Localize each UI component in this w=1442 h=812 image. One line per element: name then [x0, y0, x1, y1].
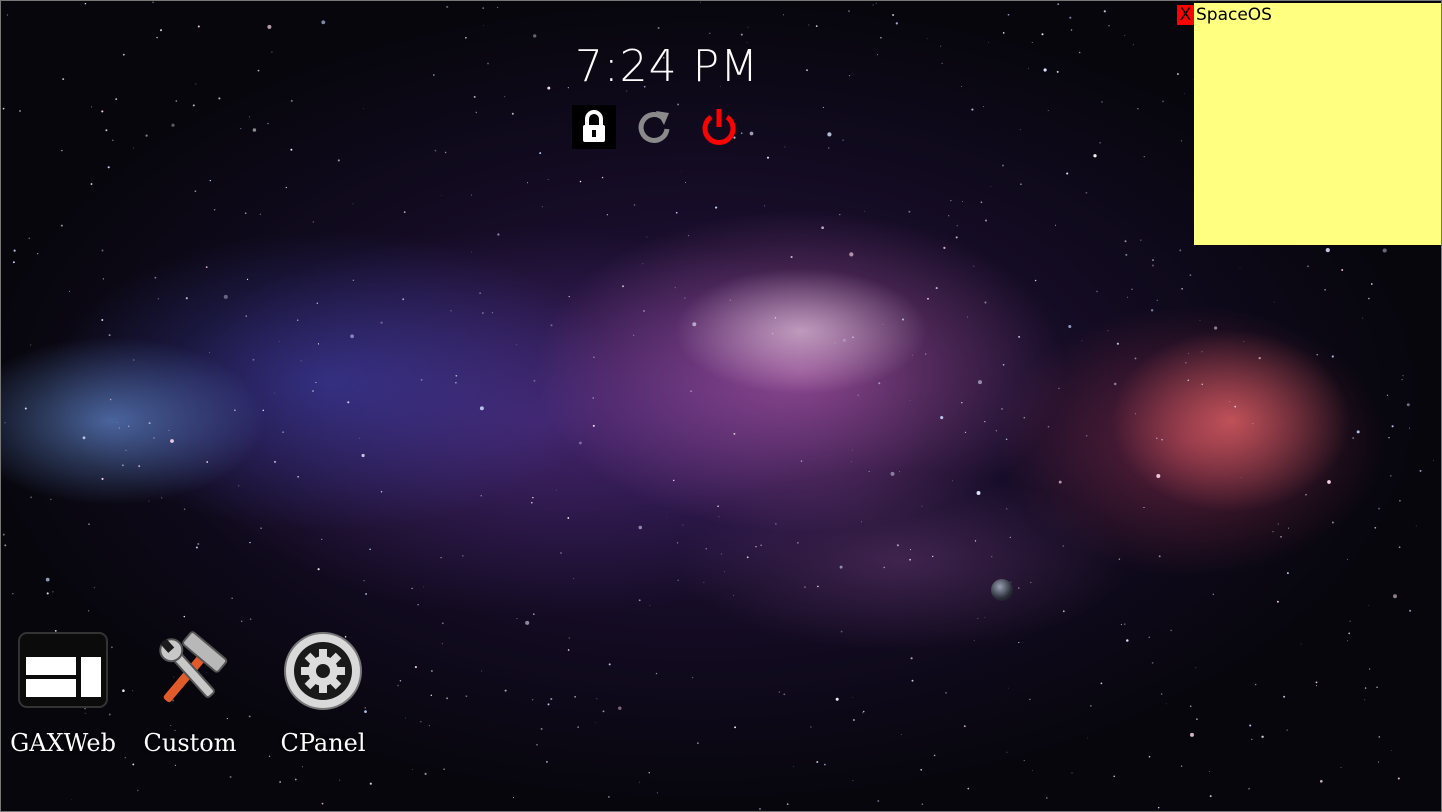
desktop-icon-custom[interactable]: Custom [130, 631, 250, 766]
desktop: 7:24 PM X SpaceOS GAXWeb Custom CPanel [0, 0, 1442, 812]
power-icon [702, 109, 736, 145]
restart-button[interactable] [632, 105, 676, 149]
note-title: SpaceOS [1196, 5, 1272, 25]
planet-decoration [991, 579, 1013, 601]
desktop-icon-label: Custom [143, 729, 237, 757]
lock-button[interactable] [572, 105, 616, 149]
control-panel-icon [284, 632, 362, 710]
power-button[interactable] [697, 105, 741, 149]
desktop-icon-cpanel[interactable]: CPanel [263, 631, 383, 766]
tools-icon [159, 631, 228, 703]
gaxweb-icon [18, 632, 108, 708]
restart-icon [638, 111, 670, 143]
desktop-icon-gaxweb[interactable]: GAXWeb [3, 631, 123, 766]
clock-time: 7:24 PM [574, 41, 760, 92]
lock-icon [572, 105, 616, 149]
close-note-button[interactable]: X [1177, 5, 1194, 25]
sticky-note[interactable]: SpaceOS [1194, 3, 1441, 245]
desktop-icon-label: CPanel [280, 729, 366, 757]
desktop-icon-label: GAXWeb [10, 729, 116, 757]
